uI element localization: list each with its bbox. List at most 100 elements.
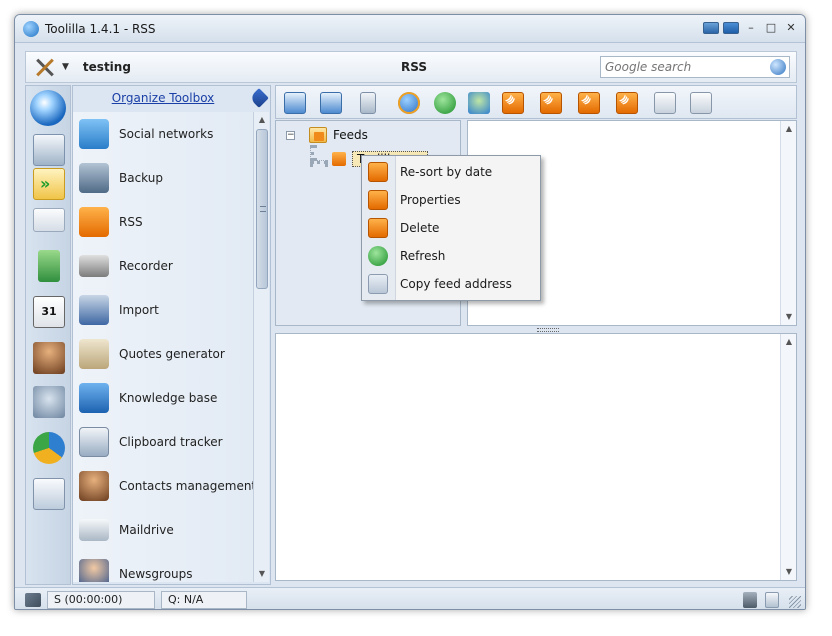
toolbox-scrollbar[interactable]: ▲ ▼: [253, 112, 269, 582]
scroll-down-icon[interactable]: ▼: [254, 566, 270, 582]
status-bar: S (00:00:00) (0%) Q: N/A: [15, 587, 805, 609]
rss-delete-icon[interactable]: [578, 92, 600, 114]
menu-item-label: Copy feed address: [400, 277, 512, 291]
status-progress: S (00:00:00) (0%): [47, 590, 155, 609]
search-input[interactable]: [605, 60, 765, 74]
phone-icon[interactable]: [38, 250, 60, 282]
scroll-down-icon[interactable]: ▼: [781, 309, 797, 325]
organize-toolbox-link[interactable]: Organize Toolbox: [112, 91, 215, 105]
logo-icon[interactable]: [30, 90, 66, 126]
menu-item-resort[interactable]: Re-sort by date: [362, 158, 540, 186]
menu-item-label: Re-sort by date: [400, 165, 493, 179]
clipboard-icon[interactable]: [743, 592, 757, 608]
export-icon[interactable]: [654, 92, 676, 114]
tool-newsgroups[interactable]: Newsgroups: [79, 556, 251, 582]
menu-item-label: Refresh: [400, 249, 446, 263]
tools-menu-icon[interactable]: [32, 56, 56, 78]
search-box[interactable]: [600, 56, 790, 78]
browser-icon[interactable]: [398, 92, 420, 114]
newsgroups-icon: [79, 559, 109, 582]
rss-add-icon[interactable]: [502, 92, 524, 114]
find-icon[interactable]: [33, 478, 65, 510]
toolbox-header: Organize Toolbox: [73, 86, 253, 110]
connection-icon: [25, 592, 41, 607]
context-menu: Re-sort by date Properties Delete Refres…: [361, 155, 541, 301]
backup-icon: [79, 163, 109, 193]
window-title: Toolilla 1.4.1 - RSS: [45, 21, 156, 36]
menu-item-delete[interactable]: Delete: [362, 214, 540, 242]
import-icon[interactable]: [690, 92, 712, 114]
mail-icon[interactable]: [33, 208, 65, 232]
scroll-down-icon[interactable]: ▼: [781, 564, 797, 580]
copy-icon[interactable]: [360, 92, 376, 114]
tool-label: Clipboard tracker: [119, 435, 223, 449]
forward-icon[interactable]: »: [33, 168, 65, 200]
add-feed-icon[interactable]: [284, 92, 306, 114]
menu-item-label: Delete: [400, 221, 440, 235]
rss-edit-icon[interactable]: [540, 92, 562, 114]
list-scrollbar[interactable]: ▲ ▼: [780, 121, 796, 325]
menu-item-properties[interactable]: Properties: [362, 186, 540, 214]
tool-rss[interactable]: RSS: [79, 204, 251, 240]
tool-recorder[interactable]: Recorder: [79, 248, 251, 284]
scroll-up-icon[interactable]: ▲: [254, 112, 270, 128]
pie-chart-icon[interactable]: [33, 432, 65, 464]
profile-name[interactable]: testing: [83, 60, 131, 74]
tool-label: Contacts management: [119, 479, 253, 493]
scroll-up-icon[interactable]: ▲: [781, 121, 797, 137]
tool-maildrive[interactable]: Maildrive: [79, 512, 251, 548]
tool-label: Newsgroups: [119, 567, 193, 581]
section-title: RSS: [401, 60, 427, 74]
tree-root-feeds[interactable]: − Feeds: [286, 127, 368, 143]
maximize-button[interactable]: □: [763, 20, 779, 36]
rss-sort-icon[interactable]: [616, 92, 638, 114]
rss-folder-icon: [309, 127, 327, 143]
tool-social-networks[interactable]: Social networks: [79, 116, 251, 152]
tool-label: Quotes generator: [119, 347, 225, 361]
tool-label: Social networks: [119, 127, 214, 141]
minimize-button[interactable]: –: [743, 20, 759, 36]
rss-toolbar: [275, 85, 797, 119]
knowledge-base-icon: [79, 383, 109, 413]
rss-sort-icon: [368, 162, 388, 182]
tool-quotes-generator[interactable]: Quotes generator: [79, 336, 251, 372]
clipboard-icon: [79, 427, 109, 457]
tool-list: Social networks Backup RSS Recorder Impo…: [73, 112, 253, 582]
rss-feed-icon: [332, 152, 346, 166]
tool-label: RSS: [119, 215, 143, 229]
edit-feed-icon[interactable]: [320, 92, 342, 114]
title-bar[interactable]: Toolilla 1.4.1 - RSS – □ ✕: [15, 15, 805, 43]
find-icon[interactable]: [765, 592, 779, 608]
chevron-down-icon[interactable]: ▼: [62, 62, 69, 72]
search-icon[interactable]: [33, 134, 65, 166]
close-button[interactable]: ✕: [783, 20, 799, 36]
globe-icon[interactable]: [770, 59, 786, 75]
scroll-up-icon[interactable]: ▲: [781, 334, 797, 350]
collapse-icon[interactable]: −: [286, 130, 295, 140]
network-icon[interactable]: [33, 386, 65, 418]
tool-label: Backup: [119, 171, 163, 185]
scroll-thumb[interactable]: [256, 129, 268, 289]
menu-item-copy-address[interactable]: Copy feed address: [362, 270, 540, 298]
tool-contacts-management[interactable]: Contacts management: [79, 468, 253, 504]
tool-import[interactable]: Import: [79, 292, 251, 328]
users-icon[interactable]: [33, 342, 65, 374]
monitor-icon[interactable]: [723, 22, 739, 34]
refresh-icon[interactable]: [434, 92, 456, 114]
tool-label: Recorder: [119, 259, 173, 273]
top-bar: ▼ testing RSS: [25, 51, 797, 83]
tool-knowledge-base[interactable]: Knowledge base: [79, 380, 251, 416]
pane-splitter[interactable]: [537, 328, 559, 332]
tool-clipboard-tracker[interactable]: Clipboard tracker: [79, 424, 251, 460]
rss-properties-icon: [368, 190, 388, 210]
tool-label: Knowledge base: [119, 391, 218, 405]
calendar-icon[interactable]: 31: [33, 296, 65, 328]
tray-icon[interactable]: [703, 22, 719, 34]
network-icon[interactable]: [468, 92, 490, 114]
preview-scrollbar[interactable]: ▲ ▼: [780, 334, 796, 580]
resize-grip[interactable]: [789, 596, 801, 608]
article-preview[interactable]: ▲ ▼: [275, 333, 797, 581]
menu-item-refresh[interactable]: Refresh: [362, 242, 540, 270]
tool-backup[interactable]: Backup: [79, 160, 251, 196]
rss-icon: [79, 207, 109, 237]
